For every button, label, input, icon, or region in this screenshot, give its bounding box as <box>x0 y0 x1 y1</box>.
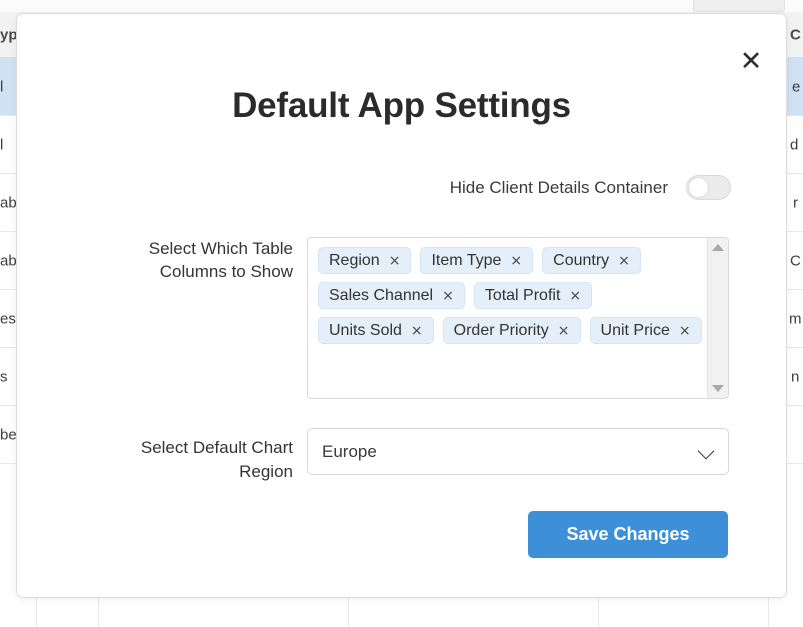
background-cell-left: l <box>0 136 4 153</box>
save-button[interactable]: Save Changes <box>528 511 728 558</box>
table-columns-label-line2: Columns to Show <box>159 262 293 281</box>
tag-remove-icon[interactable]: × <box>618 253 630 269</box>
scroll-down-arrow-icon[interactable] <box>712 385 724 392</box>
chart-region-label-line2: Region <box>239 462 293 481</box>
chart-region-field: Select Default Chart Region Europe <box>132 428 729 484</box>
background-toolbar-chip <box>693 0 785 12</box>
table-columns-multiselect[interactable]: Region × Item Type × Country × Sales Cha… <box>307 237 729 399</box>
tag-total-profit[interactable]: Total Profit × <box>473 282 593 309</box>
background-cell-right: d <box>790 136 799 153</box>
table-columns-label-line1: Select Which Table <box>148 239 293 258</box>
tag-label: Region <box>329 251 380 269</box>
chart-region-select[interactable]: Europe <box>307 428 729 475</box>
tag-remove-icon[interactable]: × <box>411 323 423 339</box>
background-cell-right: r <box>793 194 798 211</box>
tag-units-sold[interactable]: Units Sold × <box>318 317 434 344</box>
tag-sales-channel[interactable]: Sales Channel × <box>318 282 465 309</box>
tag-label: Order Priority <box>453 321 549 339</box>
toggle-knob <box>688 177 709 198</box>
default-app-settings-modal: ✕ Default App Settings Hide Client Detai… <box>16 13 787 598</box>
chart-region-label-line1: Select Default Chart <box>140 438 293 457</box>
hide-client-details-row: Hide Client Details Container <box>17 175 786 200</box>
tag-country[interactable]: Country × <box>542 247 641 274</box>
tag-label: Total Profit <box>484 286 561 304</box>
tag-order-priority[interactable]: Order Priority × <box>442 317 581 344</box>
tag-label: Sales Channel <box>329 286 434 304</box>
tag-label: Item Type <box>431 251 502 269</box>
hide-client-details-label: Hide Client Details Container <box>449 177 668 197</box>
background-header-cell: yp <box>0 26 18 43</box>
tag-remove-icon[interactable]: × <box>679 323 691 339</box>
page-title: Default App Settings <box>232 86 571 125</box>
background-header-cell: C <box>790 26 801 43</box>
hide-client-details-toggle[interactable] <box>686 175 731 200</box>
tag-label: Unit Price <box>600 321 670 339</box>
chevron-down-icon[interactable] <box>697 442 715 459</box>
background-cell-left: l <box>0 78 4 95</box>
background-cell-left: es <box>0 310 16 327</box>
tag-region[interactable]: Region × <box>318 247 412 274</box>
multiselect-scrollbar[interactable] <box>707 238 728 398</box>
tag-remove-icon[interactable]: × <box>389 253 401 269</box>
close-icon[interactable]: ✕ <box>734 44 768 78</box>
tag-remove-icon[interactable]: × <box>442 288 454 304</box>
chart-region-value: Europe <box>322 441 377 461</box>
tag-remove-icon[interactable]: × <box>569 288 581 304</box>
tag-unit-price[interactable]: Unit Price × <box>589 317 702 344</box>
table-columns-field: Select Which Table Columns to Show Regio… <box>132 237 729 399</box>
tag-remove-icon[interactable]: × <box>558 323 570 339</box>
background-cell-left: s <box>0 368 8 385</box>
tag-label: Country <box>553 251 610 269</box>
table-columns-label: Select Which Table Columns to Show <box>132 237 307 283</box>
tag-remove-icon[interactable]: × <box>510 253 522 269</box>
scroll-up-arrow-icon[interactable] <box>712 244 724 251</box>
tag-label: Units Sold <box>329 321 402 339</box>
background-cell-right: e <box>792 78 801 95</box>
background-cell-left: ab <box>0 252 17 269</box>
selected-tags-container: Region × Item Type × Country × Sales Cha… <box>308 238 708 398</box>
background-cell-right: m <box>789 310 802 327</box>
background-cell-left: ab <box>0 194 17 211</box>
background-cell-right: C <box>790 252 801 269</box>
tag-item-type[interactable]: Item Type × <box>420 247 534 274</box>
chart-region-label: Select Default Chart Region <box>132 428 307 484</box>
background-cell-right: n <box>791 368 800 385</box>
